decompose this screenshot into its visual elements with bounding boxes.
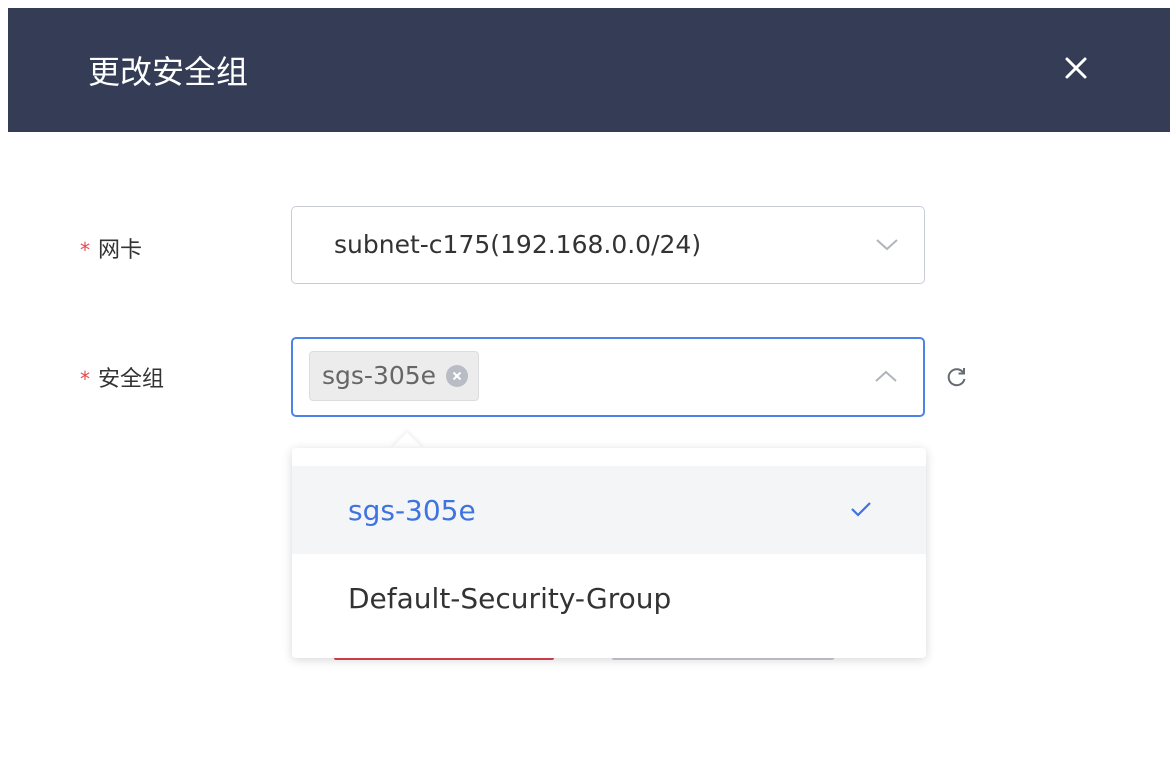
nic-select[interactable]: subnet-c175(192.168.0.0/24) (291, 206, 925, 284)
tag-remove-button[interactable] (446, 365, 469, 387)
dropdown-option-sgs-305e[interactable]: sgs-305e (292, 466, 926, 554)
tag-remove-icon (452, 371, 462, 381)
option-label: sgs-305e (348, 493, 476, 527)
security-group-label: * 安全组 (80, 364, 164, 395)
dialog-title: 更改安全组 (88, 53, 249, 91)
required-mark: * (80, 367, 90, 391)
dropdown-option-default-security-group[interactable]: Default-Security-Group (292, 554, 926, 642)
option-label: Default-Security-Group (348, 581, 672, 615)
chevron-up-icon (875, 370, 897, 382)
refresh-button[interactable] (944, 364, 970, 390)
close-button[interactable] (1054, 46, 1098, 90)
chevron-down-icon (876, 239, 898, 251)
close-icon (1065, 57, 1087, 79)
security-group-dropdown: sgs-305e Default-Security-Group (292, 448, 926, 658)
refresh-icon (947, 368, 966, 387)
security-group-select[interactable]: sgs-305e (291, 337, 925, 417)
selected-tag: sgs-305e (309, 351, 480, 401)
check-icon (851, 502, 871, 517)
required-mark: * (80, 238, 90, 262)
security-group-label-text: 安全组 (98, 367, 165, 392)
nic-label: * 网卡 (80, 235, 142, 266)
dialog-header: 更改安全组 (8, 8, 1170, 132)
nic-select-value: subnet-c175(192.168.0.0/24) (334, 230, 702, 259)
nic-label-text: 网卡 (98, 238, 143, 263)
selected-tag-label: sgs-305e (322, 361, 437, 390)
